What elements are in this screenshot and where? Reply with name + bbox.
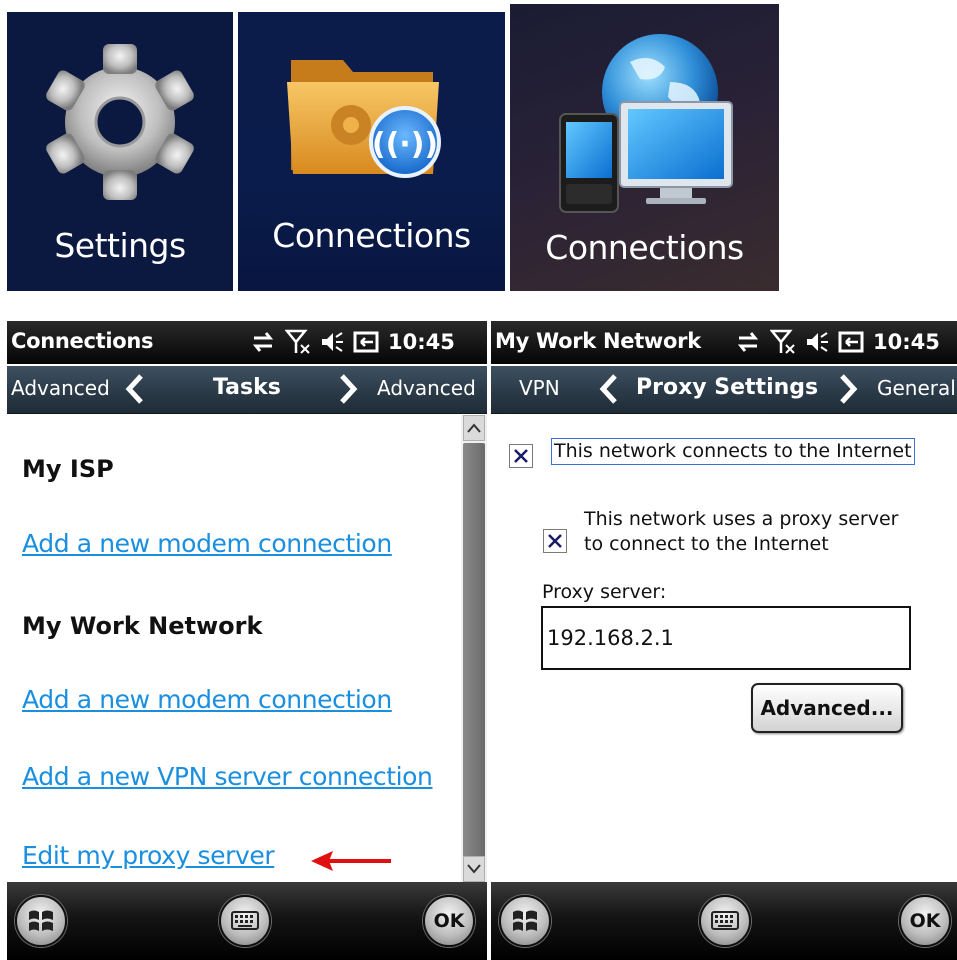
- nav-prev-label[interactable]: Advanced: [11, 376, 110, 400]
- task-link-add-modem-isp[interactable]: Add a new modem connection: [22, 529, 392, 558]
- volume-icon[interactable]: [320, 330, 344, 354]
- windows-logo-icon: [29, 910, 53, 931]
- task-link-edit-proxy[interactable]: Edit my proxy server: [22, 841, 275, 870]
- nav-title: Proxy Settings: [636, 375, 819, 400]
- data-transfer-icon[interactable]: [735, 330, 761, 354]
- windows-logo-icon: [513, 910, 537, 931]
- nav-prev-label[interactable]: VPN: [519, 376, 560, 400]
- checkmark-x-icon: [514, 449, 528, 463]
- ok-button[interactable]: OK: [423, 895, 475, 947]
- ok-label: OK: [433, 910, 465, 932]
- nav-title: Tasks: [213, 375, 281, 400]
- internet-checkbox[interactable]: [509, 444, 533, 468]
- taskbar: OK: [491, 882, 957, 960]
- tile-label: Settings: [54, 226, 186, 265]
- status-bar: My Work Network 10:45: [491, 321, 957, 364]
- proxy-checkbox[interactable]: [543, 529, 567, 553]
- keyboard-icon: [231, 911, 259, 930]
- proxy-checkbox-label-line1[interactable]: This network uses a proxy server: [584, 507, 898, 532]
- folder-wireless-icon: ((·)): [287, 60, 441, 178]
- connections-tile-alt[interactable]: Connections: [510, 4, 779, 291]
- chevron-left-icon[interactable]: [599, 373, 619, 405]
- signal-off-icon[interactable]: [770, 329, 796, 355]
- volume-icon[interactable]: [805, 330, 829, 354]
- keyboard-icon: [711, 911, 739, 930]
- status-bar: Connections 10:45: [7, 321, 487, 364]
- scroll-down-arrow-icon[interactable]: [463, 856, 485, 882]
- chevron-left-icon[interactable]: [125, 373, 145, 405]
- scroll-thumb[interactable]: [463, 443, 485, 895]
- tab-navigation: Advanced Tasks Advanced: [7, 366, 487, 414]
- connections-tasks-screen: Connections 10:45 Advanced Tasks Advance…: [7, 321, 487, 960]
- proxy-server-input[interactable]: 192.168.2.1: [541, 606, 911, 670]
- internet-checkbox-label[interactable]: This network connects to the Internet: [551, 438, 915, 465]
- start-button[interactable]: [499, 895, 551, 947]
- status-time: 10:45: [873, 330, 940, 354]
- data-transfer-icon[interactable]: [250, 330, 276, 354]
- signal-off-icon[interactable]: [285, 329, 311, 355]
- ok-label: OK: [909, 910, 941, 932]
- chevron-right-icon[interactable]: [838, 373, 858, 405]
- status-title: Connections: [11, 329, 154, 353]
- scroll-up-arrow-icon[interactable]: [463, 415, 485, 441]
- globe-devices-icon: [559, 34, 733, 213]
- status-title: My Work Network: [495, 329, 701, 353]
- keyboard-button[interactable]: [699, 895, 751, 947]
- ok-button[interactable]: OK: [899, 895, 951, 947]
- nav-next-label[interactable]: Advanced: [377, 376, 476, 400]
- section-heading: My Work Network: [22, 612, 263, 640]
- svg-text:((·)): ((·)): [372, 127, 438, 162]
- power-plug-icon[interactable]: [838, 330, 864, 354]
- settings-tile[interactable]: Settings: [7, 12, 233, 291]
- chevron-right-icon[interactable]: [338, 373, 358, 405]
- nav-next-label[interactable]: General: [877, 376, 956, 400]
- taskbar: OK: [7, 882, 487, 960]
- task-link-add-vpn[interactable]: Add a new VPN server connection: [22, 762, 433, 791]
- status-time: 10:45: [388, 330, 455, 354]
- tab-navigation: VPN Proxy Settings General: [491, 366, 957, 414]
- proxy-checkbox-label-line2[interactable]: to connect to the Internet: [584, 532, 829, 557]
- advanced-button[interactable]: Advanced...: [751, 683, 903, 733]
- proxy-settings-form: This network connects to the Internet Th…: [491, 415, 957, 882]
- start-button[interactable]: [15, 895, 67, 947]
- red-arrow-annotation: [311, 851, 391, 871]
- checkmark-x-icon: [548, 534, 562, 548]
- power-plug-icon[interactable]: [353, 330, 379, 354]
- tile-label: Connections: [272, 216, 471, 255]
- gear-icon: [46, 44, 194, 200]
- proxy-settings-screen: My Work Network 10:45 VPN Proxy Settings…: [491, 321, 957, 960]
- task-list: My ISP Add a new modem connection My Wor…: [7, 415, 487, 895]
- keyboard-button[interactable]: [219, 895, 271, 947]
- proxy-server-label: Proxy server:: [542, 581, 667, 603]
- section-heading: My ISP: [22, 455, 114, 483]
- tile-label: Connections: [545, 228, 744, 267]
- vertical-scrollbar[interactable]: [461, 415, 487, 895]
- connections-tile[interactable]: ((·)) Connections: [238, 12, 505, 291]
- task-link-add-modem-work[interactable]: Add a new modem connection: [22, 685, 392, 714]
